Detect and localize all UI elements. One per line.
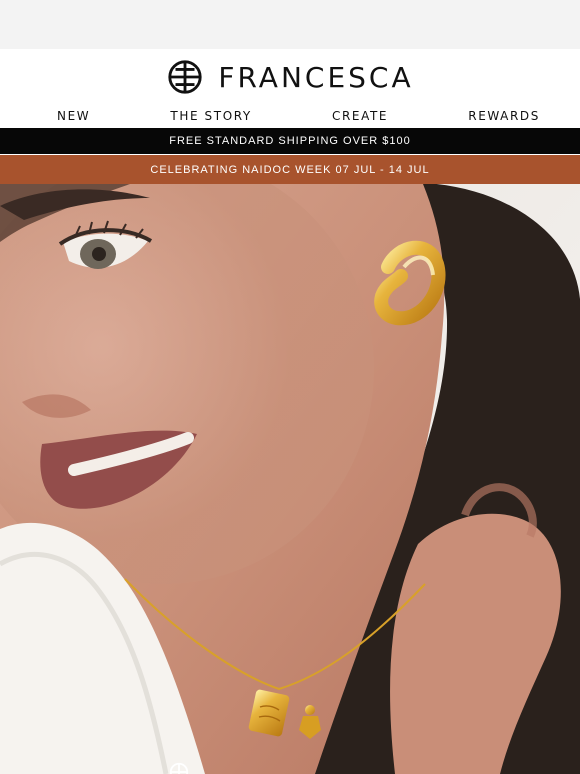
top-gray-strip <box>0 0 580 49</box>
email-page: FRANCESCA NEW THE STORY CREATE REWARDS F… <box>0 0 580 774</box>
nav-new[interactable]: NEW <box>57 109 90 123</box>
nav-rewards[interactable]: REWARDS <box>468 109 540 123</box>
hero-photo[interactable] <box>0 184 580 774</box>
brand-name[interactable]: FRANCESCA <box>218 63 413 92</box>
bottom-logo-icon <box>169 762 189 774</box>
brand-header: FRANCESCA <box>0 49 580 104</box>
shipping-banner[interactable]: FREE STANDARD SHIPPING OVER $100 <box>0 128 580 154</box>
jewellery-model-photo <box>0 184 580 774</box>
francesca-monogram-icon[interactable] <box>166 58 204 96</box>
main-nav: NEW THE STORY CREATE REWARDS <box>0 104 580 128</box>
nav-create[interactable]: CREATE <box>332 109 388 123</box>
nav-the-story[interactable]: THE STORY <box>170 109 251 123</box>
naidoc-banner[interactable]: CELEBRATING NAIDOC WEEK 07 JUL - 14 JUL <box>0 155 580 184</box>
